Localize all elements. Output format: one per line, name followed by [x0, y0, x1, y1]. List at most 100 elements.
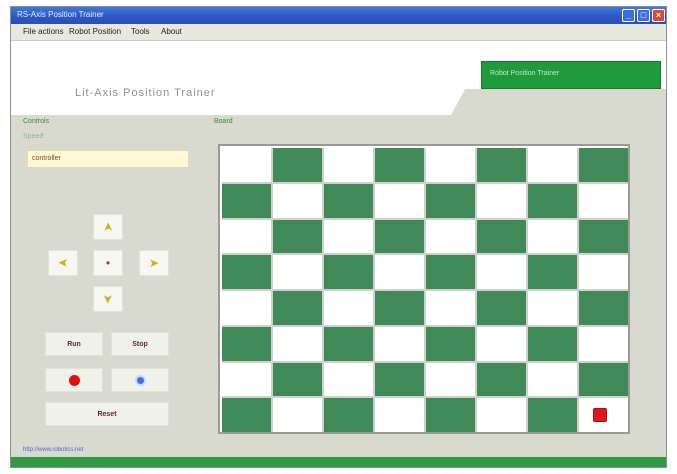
- menu-file[interactable]: File actions: [23, 27, 63, 36]
- bottom-status-bar: [11, 457, 666, 467]
- menu-tools[interactable]: Tools: [131, 27, 150, 36]
- stop-button[interactable]: Stop: [111, 332, 169, 356]
- board-cell[interactable]: [426, 326, 475, 361]
- board-cell[interactable]: [477, 291, 526, 325]
- board-cell[interactable]: [273, 148, 322, 182]
- board-cell[interactable]: [426, 398, 475, 432]
- checker-board: [222, 148, 628, 432]
- board-cell[interactable]: [426, 291, 475, 325]
- board-cell[interactable]: [426, 362, 475, 397]
- center-dot-icon: •: [105, 256, 111, 270]
- board-cell[interactable]: [579, 219, 628, 254]
- board-cell[interactable]: [222, 291, 271, 325]
- board-cell[interactable]: [528, 148, 577, 182]
- status-url[interactable]: http://www.robotics.net: [23, 447, 83, 453]
- record-button[interactable]: [45, 368, 103, 392]
- menu-bar: File actions Robot Position Tools About: [11, 24, 666, 41]
- board-cell[interactable]: [477, 148, 526, 182]
- close-button[interactable]: ×: [652, 9, 665, 22]
- board-cell[interactable]: [528, 183, 577, 218]
- board-cell[interactable]: [579, 398, 628, 432]
- board-cell[interactable]: [579, 255, 628, 289]
- board-panel: [218, 144, 630, 434]
- green-info-panel: Robot Position Trainer: [481, 61, 661, 89]
- board-cell[interactable]: [426, 183, 475, 218]
- board-cell[interactable]: [477, 255, 526, 289]
- title-bar[interactable]: RS-Axis Position Trainer _ □ ×: [11, 7, 666, 24]
- board-cell[interactable]: [222, 183, 271, 218]
- board-cell[interactable]: [528, 219, 577, 254]
- banner-tab-edge: [451, 89, 666, 115]
- board-cell[interactable]: [477, 398, 526, 432]
- board-cell[interactable]: [528, 291, 577, 325]
- board-cell[interactable]: [375, 362, 424, 397]
- board-cell[interactable]: [426, 219, 475, 254]
- board-cell[interactable]: [324, 219, 373, 254]
- board-cell[interactable]: [579, 291, 628, 325]
- board-cell[interactable]: [222, 326, 271, 361]
- board-cell[interactable]: [273, 255, 322, 289]
- screen: RS-Axis Position Trainer _ □ × File acti…: [0, 0, 677, 474]
- board-cell[interactable]: [222, 148, 271, 182]
- window-title: RS-Axis Position Trainer: [17, 10, 104, 19]
- board-cell[interactable]: [324, 183, 373, 218]
- board-cell[interactable]: [477, 326, 526, 361]
- board-cell[interactable]: [375, 255, 424, 289]
- menu-robot-position[interactable]: Robot Position: [69, 27, 121, 36]
- board-cell[interactable]: [579, 362, 628, 397]
- board-cell[interactable]: [375, 219, 424, 254]
- board-cell[interactable]: [273, 362, 322, 397]
- board-cell[interactable]: [528, 362, 577, 397]
- board-cell[interactable]: [375, 326, 424, 361]
- board-cell[interactable]: [273, 326, 322, 361]
- minimize-button[interactable]: _: [622, 9, 635, 22]
- board-cell[interactable]: [273, 291, 322, 325]
- board-cell[interactable]: [375, 291, 424, 325]
- board-cell[interactable]: [222, 255, 271, 289]
- board-cell[interactable]: [324, 326, 373, 361]
- info-button[interactable]: [111, 368, 169, 392]
- robot-marker[interactable]: [593, 408, 607, 423]
- record-icon: [68, 374, 80, 386]
- menu-about[interactable]: About: [161, 27, 182, 36]
- app-window: RS-Axis Position Trainer _ □ × File acti…: [10, 6, 667, 468]
- board-cell[interactable]: [324, 362, 373, 397]
- board-cell[interactable]: [528, 326, 577, 361]
- board-cell[interactable]: [324, 255, 373, 289]
- board-cell[interactable]: [273, 398, 322, 432]
- header-banner: Lit-Axis Position Trainer Robot Position…: [11, 41, 666, 115]
- board-cell[interactable]: [222, 362, 271, 397]
- board-cell[interactable]: [324, 398, 373, 432]
- board-cell[interactable]: [426, 255, 475, 289]
- board-cell[interactable]: [222, 398, 271, 432]
- board-cell[interactable]: [477, 219, 526, 254]
- board-cell[interactable]: [324, 291, 373, 325]
- board-cell[interactable]: [375, 398, 424, 432]
- board-cell[interactable]: [477, 362, 526, 397]
- move-left-button[interactable]: ➤: [48, 250, 78, 276]
- board-cell[interactable]: [273, 219, 322, 254]
- controls-heading: Controls: [23, 118, 50, 125]
- maximize-button[interactable]: □: [637, 9, 650, 22]
- board-cell[interactable]: [375, 148, 424, 182]
- board-cell[interactable]: [579, 148, 628, 182]
- board-cell[interactable]: [375, 183, 424, 218]
- center-stop-button[interactable]: •: [93, 250, 123, 276]
- board-cell[interactable]: [528, 255, 577, 289]
- board-cell[interactable]: [579, 183, 628, 218]
- move-up-button[interactable]: ➤: [93, 214, 123, 240]
- reset-button[interactable]: Reset: [45, 402, 169, 426]
- board-cell[interactable]: [528, 398, 577, 432]
- speed-input[interactable]: controller: [27, 150, 189, 168]
- board-cell[interactable]: [477, 183, 526, 218]
- speed-label: Speed: [23, 133, 44, 140]
- board-cell[interactable]: [273, 183, 322, 218]
- green-panel-text: Robot Position Trainer: [490, 70, 560, 77]
- move-right-button[interactable]: ➤: [139, 250, 169, 276]
- board-cell[interactable]: [222, 219, 271, 254]
- move-down-button[interactable]: ➤: [93, 286, 123, 312]
- board-cell[interactable]: [579, 326, 628, 361]
- board-cell[interactable]: [426, 148, 475, 182]
- run-button[interactable]: Run: [45, 332, 103, 356]
- board-cell[interactable]: [324, 148, 373, 182]
